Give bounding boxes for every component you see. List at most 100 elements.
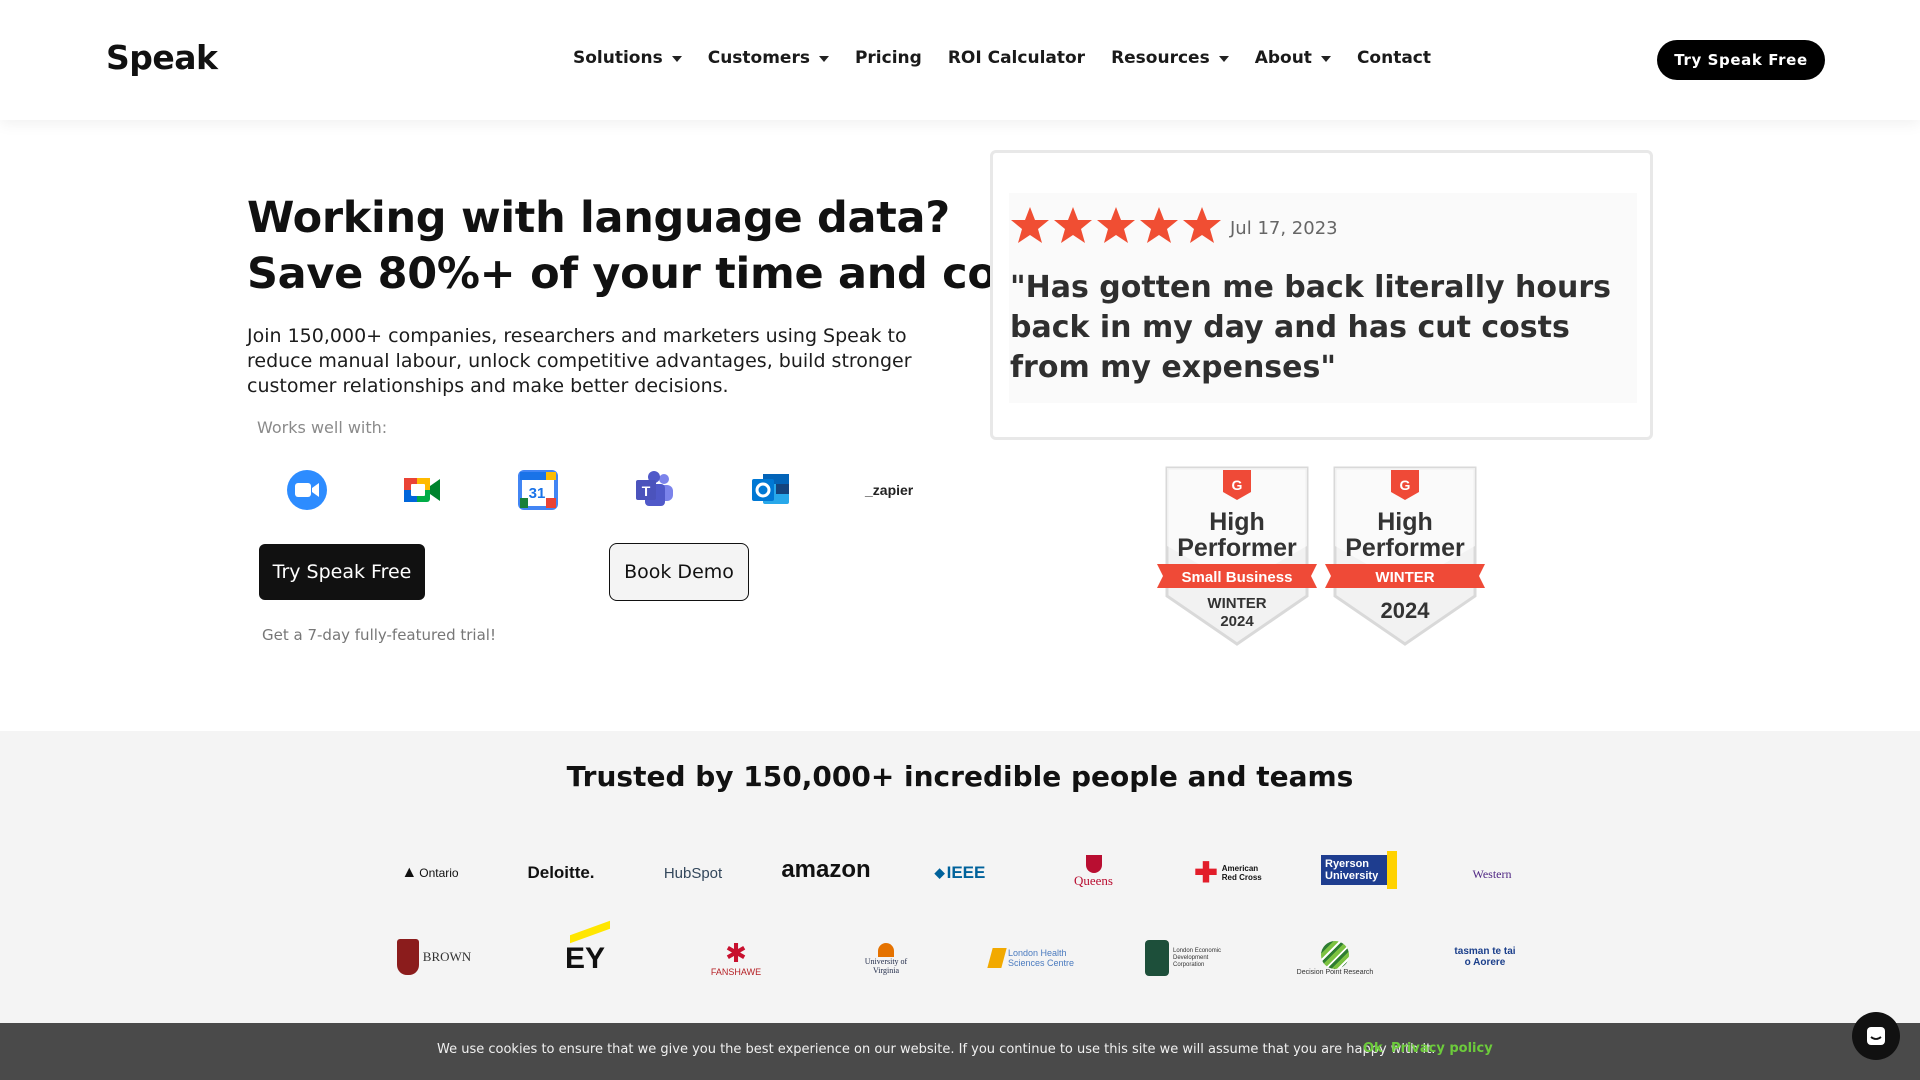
amazon-logo: amazon bbox=[781, 856, 871, 883]
red-cross-icon: ✚ bbox=[1194, 857, 1218, 888]
queens-text: Queens bbox=[1074, 873, 1113, 888]
deloitte-logo: Deloitte. bbox=[527, 863, 595, 882]
lhsc-logo: London Health Sciences Centre bbox=[987, 940, 1082, 976]
calendar-day-text: 31 bbox=[529, 485, 546, 502]
fanshawe-text: FANSHAWE bbox=[710, 967, 762, 977]
chevron-down-icon bbox=[1218, 56, 1229, 62]
main-nav: Solutions Customers Pricing ROI Calculat… bbox=[573, 48, 1457, 68]
star-icon bbox=[1183, 207, 1221, 243]
hero-try-free-button[interactable]: Try Speak Free bbox=[259, 544, 425, 600]
badge-ribbon: Small Business bbox=[1182, 569, 1293, 586]
hero-subtitle: Join 150,000+ companies, researchers and… bbox=[247, 325, 912, 397]
works-well-with-label: Works well with: bbox=[257, 418, 388, 437]
zapier-logo: _zapier bbox=[865, 482, 914, 498]
nav-roi-calculator-label: ROI Calculator bbox=[947, 48, 1086, 68]
svg-text:T: T bbox=[642, 483, 651, 499]
privacy-policy-link[interactable]: Privacy policy bbox=[1391, 1041, 1493, 1056]
nav-customers-label: Customers bbox=[707, 48, 810, 68]
outlook-icon bbox=[752, 474, 789, 504]
brown-crest-icon bbox=[396, 939, 419, 975]
lhsc-mark-icon bbox=[987, 948, 1007, 968]
red-cross-text: American Red Cross bbox=[1221, 864, 1262, 882]
ryerson-accent bbox=[1387, 851, 1397, 889]
star-icon bbox=[1011, 207, 1049, 243]
nav-customers[interactable]: Customers bbox=[708, 48, 829, 68]
rating-stars bbox=[1010, 205, 1222, 245]
ey-logo: EY bbox=[560, 920, 610, 976]
lhsc-text: London Health Sciences Centre bbox=[1008, 948, 1075, 968]
western-logo: Western bbox=[1472, 866, 1512, 881]
ledc-text: London Economic Development Corporation bbox=[1173, 947, 1222, 968]
badge-line2: Performer bbox=[1345, 534, 1465, 562]
fanshawe-mark-icon: ✱ bbox=[725, 938, 747, 968]
badge-line2: Performer bbox=[1177, 534, 1297, 562]
hero-title: Working with language data? Save 80%+ of… bbox=[247, 190, 1084, 302]
svg-text:G: G bbox=[1400, 477, 1411, 493]
nav-resources[interactable]: Resources bbox=[1111, 48, 1229, 68]
badge-ribbon: WINTER bbox=[1375, 569, 1434, 586]
queens-crest-icon bbox=[1085, 855, 1102, 873]
brown-text: BROWN bbox=[422, 949, 472, 964]
hubspot-logo: HubSpot bbox=[663, 864, 723, 882]
g2-badge-small-business: G High Performer Small Business WINTER 2… bbox=[1157, 466, 1317, 646]
nav-about-label: About bbox=[1254, 48, 1312, 68]
badge-year: 2024 bbox=[1381, 598, 1431, 623]
nav-contact[interactable]: Contact bbox=[1357, 48, 1431, 68]
cookie-text: We use cookies to ensure that we give yo… bbox=[437, 1042, 1436, 1057]
star-icon bbox=[1097, 207, 1135, 243]
chat-launcher-button[interactable] bbox=[1852, 1012, 1900, 1060]
badge-line1: High bbox=[1377, 508, 1433, 536]
nav-solutions-label: Solutions bbox=[573, 48, 663, 68]
google-calendar-icon: 31 bbox=[518, 470, 558, 510]
ieee-logo: ◆ IEEE bbox=[934, 863, 986, 882]
ey-text: EY bbox=[564, 942, 606, 975]
header-try-free-button[interactable]: Try Speak Free bbox=[1657, 40, 1825, 80]
badge-line1: High bbox=[1209, 508, 1265, 536]
ieee-text: IEEE bbox=[946, 863, 986, 882]
cookie-ok-button[interactable]: Ok bbox=[1363, 1041, 1383, 1056]
badge-year: 2024 bbox=[1220, 613, 1254, 630]
site-header: Speak Solutions Customers Pricing ROI Ca… bbox=[0, 0, 1920, 120]
uva-rotunda-icon bbox=[878, 943, 894, 957]
red-cross-logo: ✚ American Red Cross bbox=[1188, 858, 1268, 888]
nav-pricing[interactable]: Pricing bbox=[855, 48, 922, 68]
nav-solutions[interactable]: Solutions bbox=[573, 48, 682, 68]
trial-note: Get a 7-day fully-featured trial! bbox=[262, 626, 496, 644]
ledc-mark-icon bbox=[1145, 940, 1169, 976]
tasman-logo: tasman te tai o Aorere bbox=[1454, 946, 1516, 968]
book-demo-button[interactable]: Book Demo bbox=[609, 543, 749, 601]
speak-logo[interactable]: Speak bbox=[106, 38, 218, 77]
ryerson-text: Ryerson University bbox=[1321, 855, 1387, 885]
ontario-logo: ▲ Ontario bbox=[401, 864, 459, 881]
integrations-row: 31 T _zapier bbox=[280, 468, 940, 518]
star-icon bbox=[1054, 207, 1092, 243]
nav-roi-calculator[interactable]: ROI Calculator bbox=[948, 48, 1085, 68]
svg-text:G: G bbox=[1232, 477, 1243, 493]
google-meet-icon bbox=[404, 478, 440, 502]
chat-icon bbox=[1867, 1027, 1885, 1045]
decision-point-mark-icon bbox=[1321, 940, 1349, 969]
nav-contact-label: Contact bbox=[1356, 48, 1431, 68]
ontario-text: Ontario bbox=[419, 866, 459, 880]
microsoft-teams-icon: T bbox=[636, 471, 673, 506]
chevron-down-icon bbox=[1320, 56, 1331, 62]
uva-text: University of Virginia bbox=[864, 957, 908, 975]
nav-resources-label: Resources bbox=[1111, 48, 1210, 68]
chevron-down-icon bbox=[671, 56, 682, 62]
uva-logo: University of Virginia bbox=[853, 940, 919, 978]
decision-point-logo: Decision Point Research bbox=[1296, 936, 1374, 980]
ryerson-logo: Ryerson University bbox=[1320, 851, 1398, 889]
zoom-icon bbox=[287, 470, 327, 510]
chevron-down-icon bbox=[818, 56, 829, 62]
trusted-title: Trusted by 150,000+ incredible people an… bbox=[566, 760, 1354, 793]
hero-title-line2: Save 80%+ of your time and costs. bbox=[247, 249, 1084, 299]
hero-title-line1: Working with language data? bbox=[247, 193, 950, 243]
review-quote: "Has gotten me back literally hours back… bbox=[1010, 270, 1611, 385]
star-icon bbox=[1140, 207, 1178, 243]
nav-about[interactable]: About bbox=[1255, 48, 1331, 68]
review-date: Jul 17, 2023 bbox=[1230, 218, 1338, 239]
g2-badge-winter: G High Performer WINTER 2024 bbox=[1325, 466, 1485, 646]
nav-pricing-label: Pricing bbox=[854, 48, 922, 68]
queens-logo: Queens bbox=[1066, 852, 1121, 892]
decision-point-text: Decision Point Research bbox=[1296, 968, 1374, 976]
